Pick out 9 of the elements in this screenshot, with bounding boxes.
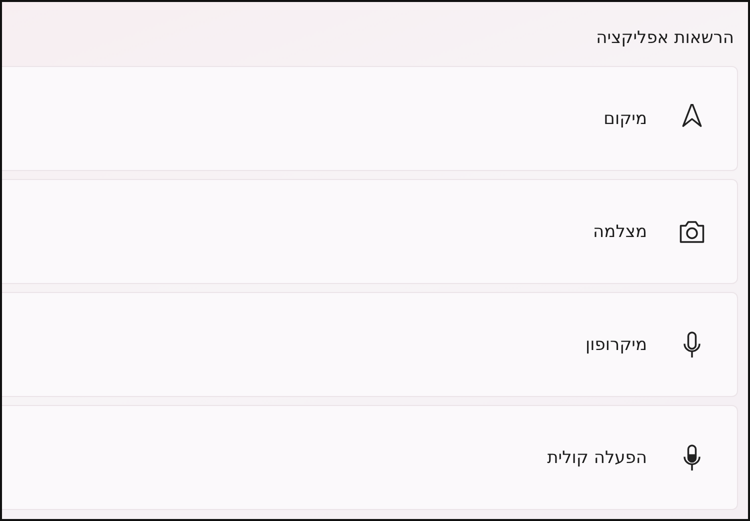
permission-label: מיקום [604,108,647,128]
permission-item[interactable]: מיקום [2,66,738,171]
permission-item[interactable]: מצלמה [2,179,738,284]
permission-label: מצלמה [593,222,647,242]
section-title: הרשאות אפליקציה [595,27,735,50]
permission-item[interactable]: הפעלה קולית [2,405,738,510]
permission-label: מיקרופון [585,334,647,354]
permission-label: הפעלה קולית [547,448,647,468]
permission-item[interactable]: מיקרופון [2,292,738,397]
